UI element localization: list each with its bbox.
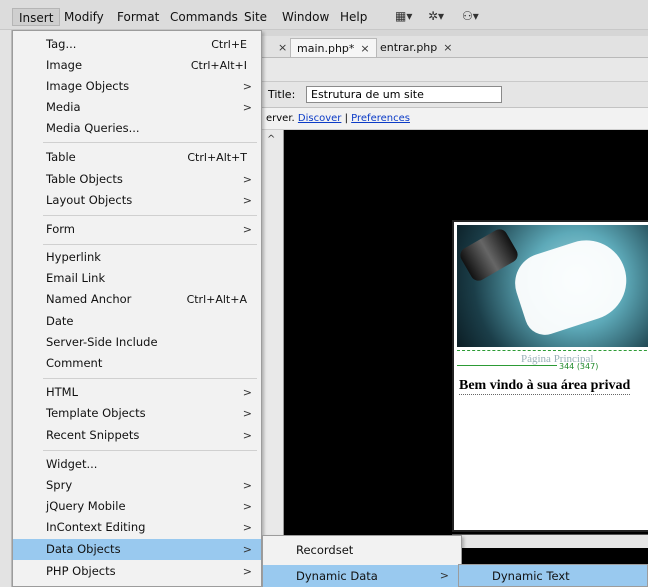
menu-separator <box>43 378 257 379</box>
insert-menu: Tag... Ctrl+E Image Ctrl+Alt+I Image Objec… <box>12 30 262 587</box>
document-tabs: × main.php* × entrar.php × <box>262 36 648 58</box>
menu-item-media[interactable]: Media > <box>13 97 261 118</box>
submenu-item-dynamic-text[interactable]: Dynamic Text <box>459 565 647 587</box>
discover-link[interactable]: Discover <box>298 113 342 124</box>
menu-item-media-queries[interactable]: Media Queries... <box>13 118 261 139</box>
menu-item-table[interactable]: Table Ctrl+Alt+T <box>13 147 261 168</box>
chevron-right-icon: > <box>242 521 252 534</box>
menu-commands[interactable]: Commands <box>164 8 244 26</box>
menu-item-php-objects[interactable]: PHP Objects > <box>13 561 261 582</box>
menu-item-jquery-mobile[interactable]: jQuery Mobile > <box>13 496 261 517</box>
menu-bar: Insert Modify Format Commands Site Windo… <box>0 0 648 30</box>
menu-item-email-link[interactable]: Email Link <box>13 268 261 289</box>
submenu-item-recordset[interactable]: Recordset <box>263 539 461 561</box>
menu-separator <box>43 450 257 451</box>
chevron-right-icon: > <box>242 565 252 578</box>
caret-up-icon[interactable]: ^ <box>267 134 275 145</box>
submenu-item-dynamic-data[interactable]: Dynamic Data > <box>263 565 461 587</box>
lightbulb-image <box>507 229 637 341</box>
layout-icon[interactable]: ▦▾ <box>395 9 412 23</box>
menu-item-tag[interactable]: Tag... Ctrl+E <box>13 34 261 55</box>
data-objects-submenu: Recordset Dynamic Data > <box>262 535 462 587</box>
menu-format[interactable]: Format <box>111 8 165 26</box>
tab-entrar-php[interactable]: entrar.php × <box>374 38 458 57</box>
menu-separator <box>43 215 257 216</box>
menu-item-table-objects[interactable]: Table Objects > <box>13 169 261 190</box>
chevron-right-icon: > <box>242 173 252 186</box>
chevron-right-icon: > <box>242 429 252 442</box>
chevron-right-icon: > <box>242 101 252 114</box>
close-icon[interactable]: × <box>360 42 369 55</box>
menu-insert[interactable]: Insert <box>12 8 61 26</box>
chevron-right-icon: > <box>242 194 252 207</box>
menu-item-recent-snippets[interactable]: Recent Snippets > <box>13 425 261 446</box>
dimension-line <box>457 365 557 366</box>
chevron-right-icon: > <box>242 543 252 556</box>
menu-item-image-objects[interactable]: Image Objects > <box>13 76 261 97</box>
banner-image <box>457 225 648 347</box>
menu-item-form[interactable]: Form > <box>13 219 261 240</box>
menu-item-image[interactable]: Image Ctrl+Alt+I <box>13 55 261 76</box>
menu-item-comment[interactable]: Comment <box>13 353 261 374</box>
info-text: erver. <box>266 113 295 124</box>
menu-item-spry[interactable]: Spry > <box>13 475 261 496</box>
menu-item-date[interactable]: Date <box>13 311 261 332</box>
chevron-right-icon: > <box>242 407 252 420</box>
chevron-right-icon: > <box>242 80 252 93</box>
menu-separator <box>43 244 257 245</box>
close-icon[interactable]: × <box>443 41 452 54</box>
menu-item-template-objects[interactable]: Template Objects > <box>13 403 261 424</box>
tab-main-php[interactable]: main.php* × <box>290 38 377 57</box>
menu-item-html[interactable]: HTML > <box>13 382 261 403</box>
info-bar: erver. Discover | Preferences <box>262 108 648 130</box>
dimension-label: 344 (347) <box>559 362 599 371</box>
page-preview[interactable]: Página Principal 344 (347) Bem vindo à s… <box>452 220 648 532</box>
menu-site[interactable]: Site <box>238 8 273 26</box>
scroll-strip[interactable]: ^ <box>262 130 284 587</box>
sitemap-icon[interactable]: ⚇▾ <box>462 9 479 23</box>
preferences-link[interactable]: Preferences <box>351 113 410 124</box>
menu-help[interactable]: Help <box>334 8 373 26</box>
info-separator: | <box>344 113 348 124</box>
menu-modify[interactable]: Modify <box>58 8 110 26</box>
menu-item-hyperlink[interactable]: Hyperlink <box>13 247 261 268</box>
chevron-right-icon: > <box>439 569 449 582</box>
lightbulb-base <box>457 226 521 284</box>
menu-item-data-objects[interactable]: Data Objects > <box>13 539 261 560</box>
welcome-heading: Bem vindo à sua área privad <box>459 378 631 395</box>
chevron-right-icon: > <box>242 223 252 236</box>
chevron-right-icon: > <box>242 500 252 513</box>
menu-item-named-anchor[interactable]: Named Anchor Ctrl+Alt+A <box>13 289 261 310</box>
caption-row: Página Principal 344 (347) <box>457 350 648 372</box>
page-footer-bar <box>452 534 648 548</box>
document-toolbar <box>262 58 648 82</box>
gear-icon[interactable]: ✲▾ <box>428 9 444 23</box>
close-icon[interactable]: × <box>278 41 287 54</box>
chevron-right-icon: > <box>242 479 252 492</box>
menu-item-server-side-include[interactable]: Server-Side Include <box>13 332 261 353</box>
left-panel-edge <box>0 30 12 587</box>
title-label: Title: <box>268 88 296 101</box>
menu-separator <box>43 142 257 143</box>
chevron-right-icon: > <box>242 386 252 399</box>
title-bar: Title: Estrutura de um site <box>262 82 648 108</box>
dynamic-data-submenu: Dynamic Text <box>458 564 648 587</box>
menu-item-widget[interactable]: Widget... <box>13 454 261 475</box>
menu-window[interactable]: Window <box>276 8 335 26</box>
title-input[interactable]: Estrutura de um site <box>306 86 502 103</box>
menu-item-incontext-editing[interactable]: InContext Editing > <box>13 517 261 538</box>
menu-item-layout-objects[interactable]: Layout Objects > <box>13 190 261 211</box>
